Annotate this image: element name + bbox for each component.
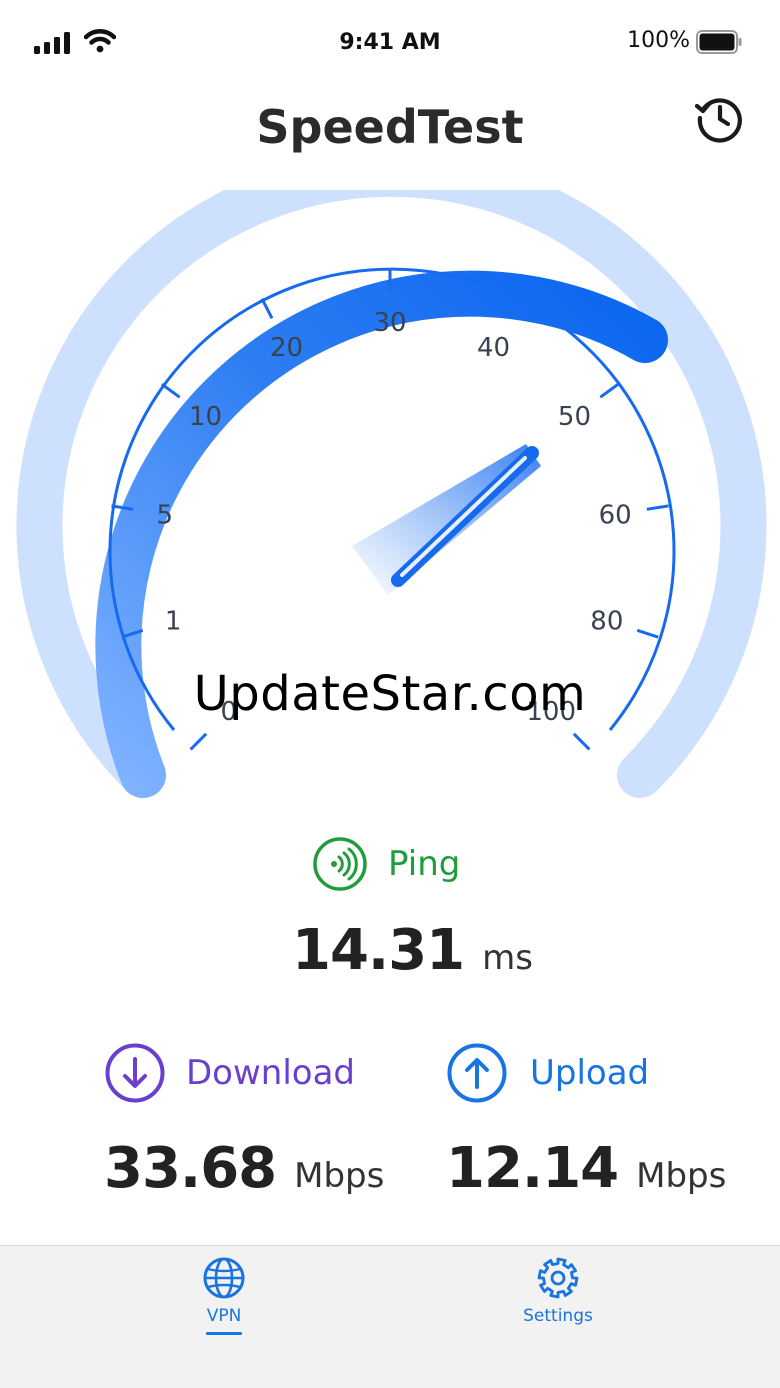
upload-value: 12.14 [446, 1136, 619, 1201]
download-value: 33.68 [104, 1136, 277, 1201]
globe-icon [203, 1257, 245, 1299]
upload-header: Upload [446, 1042, 649, 1104]
gauge-tick [572, 732, 591, 751]
upload-icon [447, 1043, 507, 1103]
watermark: UpdateStar.com [193, 666, 587, 722]
ping-value: 14.31 [292, 918, 465, 983]
ping-value-row: 14.31 ms [292, 918, 533, 983]
upload-label: Upload [530, 1053, 650, 1093]
gauge-tick [599, 383, 620, 399]
tab-vpn-label: VPN [206, 1306, 242, 1326]
gauge-label: 20 [270, 333, 303, 363]
download-header: Download [104, 1042, 355, 1104]
gauge-tick [260, 298, 274, 320]
upload-value-row: 12.14 Mbps [446, 1136, 726, 1201]
gauge-label: 5 [157, 500, 174, 530]
gauge-label: 1 [165, 606, 182, 636]
tab-settings[interactable]: Settings [508, 1256, 608, 1326]
gauge-tick [189, 732, 208, 751]
gauge-label: 30 [373, 308, 406, 338]
gauge-tick [160, 383, 181, 399]
active-tab-indicator [206, 1332, 242, 1335]
upload-unit: Mbps [636, 1156, 727, 1196]
tab-bar: VPN Settings [0, 1245, 780, 1388]
ping-header: Ping [312, 836, 460, 892]
ping-unit: ms [482, 938, 533, 978]
tab-settings-label: Settings [523, 1306, 593, 1326]
tab-vpn[interactable]: VPN [184, 1256, 264, 1335]
gauge-label: 50 [558, 402, 591, 432]
history-icon[interactable] [694, 92, 746, 144]
download-unit: Mbps [294, 1156, 385, 1196]
gauge-tick [646, 504, 669, 511]
status-bar: 9:41 AM 100% [0, 0, 780, 86]
gauge-tick [636, 628, 659, 639]
download-icon [105, 1043, 165, 1103]
gauge-label: 60 [599, 500, 632, 530]
app-title: SpeedTest [256, 100, 524, 154]
gauge-label: 40 [477, 333, 510, 363]
gauge-label: 80 [590, 606, 623, 636]
battery-percentage: 100% [627, 28, 690, 53]
gauge-needle [352, 444, 541, 595]
ping-icon [313, 837, 367, 891]
download-label: Download [186, 1053, 356, 1093]
gear-icon [537, 1257, 579, 1299]
download-value-row: 33.68 Mbps [104, 1136, 384, 1201]
gauge-label: 10 [189, 402, 222, 432]
ping-label: Ping [388, 844, 461, 884]
battery-icon [696, 30, 742, 54]
